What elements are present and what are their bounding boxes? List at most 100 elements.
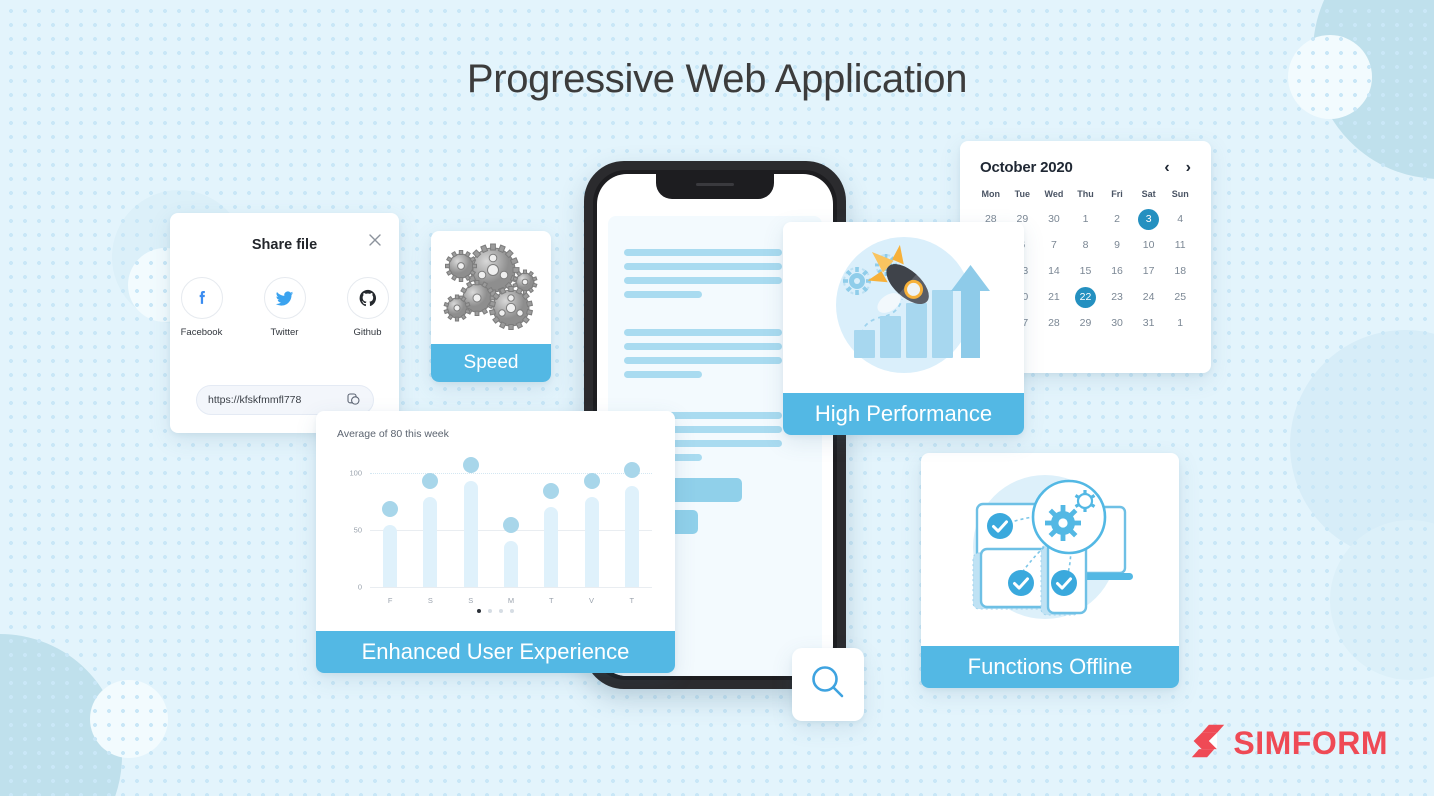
chart-bar-column[interactable]: S [422, 472, 439, 605]
chevron-left-icon[interactable]: ‹ [1164, 159, 1169, 176]
calendar-day[interactable]: 4 [1164, 208, 1196, 231]
calendar-day-header: Sat [1141, 189, 1156, 199]
share-file-title: Share file [251, 237, 318, 253]
chart-x-tick-label: S [427, 596, 433, 605]
enhanced-ux-card-label: Enhanced User Experience [316, 631, 675, 673]
speed-card-label: Speed [431, 344, 551, 382]
chart-bar-column[interactable]: M [503, 473, 519, 605]
calendar-day[interactable]: 14 [1038, 260, 1070, 283]
calendar-day[interactable]: 29 [1070, 312, 1102, 335]
chart-bar-marker [503, 517, 519, 534]
functions-offline-card[interactable]: Functions Offline [921, 453, 1179, 688]
chart-y-tick-label: 100 [349, 468, 362, 478]
calendar-day[interactable]: 30 [1101, 312, 1133, 335]
chart-x-tick-label: F [387, 596, 393, 605]
calendar-day[interactable]: 15 [1070, 260, 1102, 283]
calendar-day[interactable]: 10 [1133, 234, 1165, 257]
calendar-day[interactable]: 24 [1133, 286, 1165, 309]
chart-bar [383, 525, 398, 587]
chart-bar-column[interactable]: T [543, 473, 560, 605]
facebook-icon [180, 277, 223, 319]
chevron-right-icon[interactable]: › [1186, 159, 1191, 176]
high-performance-card[interactable]: High Performance [783, 222, 1024, 435]
share-target-facebook[interactable]: Facebook [170, 277, 233, 338]
share-target-github[interactable]: Github [336, 277, 399, 338]
share-target-twitter[interactable]: Twitter [253, 277, 316, 338]
calendar-day-selected[interactable]: 22 [1070, 286, 1102, 309]
calendar-day-header: Sun [1171, 189, 1189, 199]
search-card[interactable] [792, 648, 864, 721]
calendar-day[interactable]: 31 [1133, 312, 1165, 335]
calendar-day-header: Mon [981, 189, 1001, 199]
calendar-day[interactable]: 18 [1164, 260, 1196, 283]
calendar-day[interactable]: 1 [1070, 208, 1102, 231]
calendar-day-header: Wed [1044, 189, 1064, 199]
calendar-day[interactable]: 2 [1101, 208, 1133, 231]
calendar-day-selected[interactable]: 3 [1133, 208, 1165, 231]
simform-logo-text: SIMFORM [1233, 725, 1388, 761]
skeleton-line [624, 277, 782, 284]
page-title: Progressive Web Application [466, 57, 968, 101]
copy-icon[interactable] [346, 392, 362, 408]
chart-bar-column[interactable]: T [623, 461, 640, 605]
search-icon [808, 662, 848, 707]
calendar-day[interactable]: 11 [1164, 234, 1196, 257]
calendar-day[interactable]: 23 [1101, 286, 1133, 309]
multi-device-sync-icon [921, 453, 1179, 646]
phone-speaker [696, 183, 734, 186]
calendar-day-header: Thu [1077, 189, 1094, 199]
calendar-day[interactable]: 28 [1038, 312, 1070, 335]
calendar-day[interactable]: 8 [1070, 234, 1102, 257]
enhanced-ux-chart-card: Average of 80 this week 0 50 100 F S S M T V T En… [316, 411, 675, 673]
calendar-header: October 2020 ‹ › [975, 159, 1196, 176]
skeleton-line [624, 357, 782, 364]
calendar-day[interactable]: 1 [1164, 312, 1196, 335]
calendar-day[interactable]: 30 [1038, 208, 1070, 231]
bg-blob-bottom-left-small [90, 680, 168, 758]
chart-pagination-dot[interactable] [499, 609, 503, 613]
chart-x-tick-label: M [507, 596, 515, 605]
calendar-day-headers: Mon Tue Wed Thu Fri Sat Sun [975, 189, 1196, 199]
share-target-label: Facebook [180, 327, 223, 338]
simform-logo: SIMFORM [1190, 723, 1388, 764]
calendar-month-label: October 2020 [980, 159, 1073, 176]
chart-pagination-dot[interactable] [477, 609, 481, 613]
chart-y-tick-label: 50 [353, 525, 362, 535]
skeleton-line [624, 291, 702, 298]
bar-chart-plot: 0 50 100 F S S M T V T [349, 456, 652, 605]
chart-bar [544, 507, 559, 587]
chart-bar-marker [462, 456, 479, 473]
simform-logo-mark [1190, 723, 1226, 764]
rocket-growth-chart-icon [783, 222, 1024, 393]
chart-caption: Average of 80 this week [337, 428, 449, 440]
share-social-list: Facebook Twitter Github [170, 277, 399, 338]
poster-canvas: Progressive Web Application Share file F… [0, 0, 1434, 796]
chart-pagination-dot[interactable] [510, 609, 514, 613]
chart-pagination [316, 609, 675, 613]
calendar-day[interactable]: 16 [1101, 260, 1133, 283]
calendar-day-header: Fri [1111, 189, 1123, 199]
chart-bar-column[interactable]: V [583, 472, 600, 605]
chart-bar-column[interactable]: F [382, 473, 399, 605]
twitter-icon [263, 277, 306, 319]
phone-notch [656, 174, 774, 199]
calendar-day[interactable]: 9 [1101, 234, 1133, 257]
gears-icon [431, 231, 551, 344]
share-target-label: Twitter [270, 327, 299, 338]
chart-bar-marker [543, 483, 560, 500]
speed-card[interactable]: Speed [431, 231, 551, 382]
share-url-input[interactable] [208, 394, 346, 406]
calendar-day[interactable]: 21 [1038, 286, 1070, 309]
calendar-day[interactable]: 25 [1164, 286, 1196, 309]
chart-pagination-dot[interactable] [488, 609, 492, 613]
close-icon[interactable] [367, 233, 383, 249]
skeleton-line [624, 249, 782, 256]
chart-bar [624, 485, 639, 587]
calendar-day[interactable]: 17 [1133, 260, 1165, 283]
calendar-day[interactable]: 7 [1038, 234, 1070, 257]
chart-x-tick-label: T [548, 596, 554, 605]
chart-bar-marker [382, 501, 399, 518]
calendar-day-header: Tue [1014, 189, 1031, 199]
chart-bar-column[interactable]: S [462, 456, 479, 605]
chart-bar-marker [583, 472, 600, 489]
